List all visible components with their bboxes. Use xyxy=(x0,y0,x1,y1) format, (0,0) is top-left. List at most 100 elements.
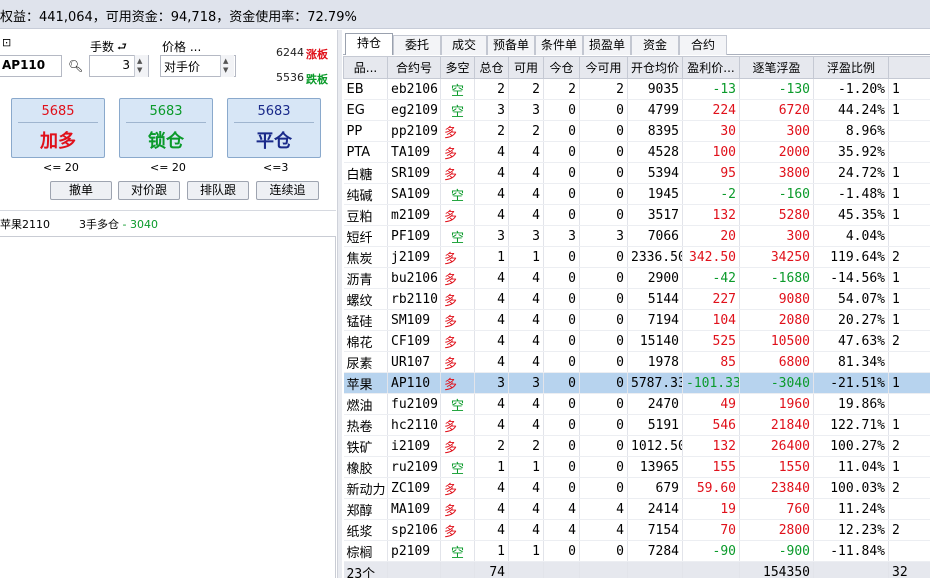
cell-profit-price: 49 xyxy=(682,393,740,415)
cell-total: 4 xyxy=(474,183,509,205)
col-header-extra[interactable] xyxy=(888,56,930,79)
close-position-button[interactable]: 5683 平仓 xyxy=(227,98,321,158)
cell-profit-price: 132 xyxy=(682,204,740,226)
queue-follow-button[interactable]: 排队跟 xyxy=(187,181,249,200)
cell-profit-price: 227 xyxy=(682,288,740,310)
price-spinner[interactable]: ▲ ▼ xyxy=(220,55,234,77)
cell-available: 4 xyxy=(508,414,544,436)
table-row[interactable]: 棕榈 p2109 空 1 1 0 0 7284 -90 -900 -11.84% xyxy=(343,540,930,562)
table-row[interactable]: 燃油 fu2109 空 4 4 0 0 2470 49 1960 19.86% xyxy=(343,393,930,415)
cell-float-pnl: 26400 xyxy=(739,435,814,457)
search-icon[interactable]: 🔍︎ xyxy=(68,59,83,73)
col-header-open-avg[interactable]: 开仓均价 xyxy=(627,56,683,79)
table-row[interactable]: 橡胶 ru2109 空 1 1 0 0 13965 155 1550 11.04% 1 xyxy=(343,456,930,478)
table-row[interactable]: 新动力 ZC109 多 4 4 0 0 679 59.60 23840 100.03% 2 xyxy=(343,477,930,499)
cell-today-available: 0 xyxy=(579,162,628,184)
tab-funds[interactable]: 资金 xyxy=(631,35,679,55)
contract-input[interactable]: AP110 xyxy=(0,55,62,77)
tab-positions[interactable]: 持仓 xyxy=(345,33,393,55)
col-header-today[interactable]: 今仓 xyxy=(543,56,580,79)
table-row[interactable]: 郑醇 MA109 多 4 4 4 4 2414 19 760 11.24% xyxy=(343,498,930,520)
table-row[interactable]: 铁矿 i2109 多 2 2 0 0 1012.50 132 26400 100.27% 2 xyxy=(343,435,930,457)
col-header-float-pnl[interactable]: 逐笔浮盈 xyxy=(739,56,814,79)
positions-table[interactable]: 品... 合约号 多空 总仓 可用 今仓 今可用 开仓均价 盈利价... 逐笔浮… xyxy=(343,56,930,578)
tab-conditional-orders[interactable]: 条件单 xyxy=(535,35,583,55)
cancel-order-button[interactable]: 撤单 xyxy=(50,181,112,200)
cell-today-available xyxy=(579,561,628,578)
cell-product: PTA xyxy=(343,141,388,163)
panel-splitter[interactable] xyxy=(337,30,342,578)
cell-float-ratio: 119.64% xyxy=(813,246,889,268)
continuous-chase-button[interactable]: 连续追 xyxy=(256,181,319,200)
table-row[interactable]: 苹果 AP110 多 3 3 0 0 5787.33 -101.33 -3040 -21.51% 1 xyxy=(343,372,930,394)
cell-float-ratio: 35.92% xyxy=(813,141,889,163)
table-row[interactable]: 沥青 bu2106 多 4 4 0 0 2900 -42 -1680 -14.56% 1 xyxy=(343,267,930,289)
col-header-contract[interactable]: 合约号 xyxy=(387,56,441,79)
cell-profit-price: 132 xyxy=(682,435,740,457)
lock-position-button[interactable]: 5683 锁仓 xyxy=(119,98,213,158)
cell-contract: hc2110 xyxy=(387,414,441,436)
cell-today-available: 0 xyxy=(579,99,628,121)
cell-float-pnl: -1680 xyxy=(739,267,814,289)
price-label[interactable]: 价格 ... xyxy=(162,38,201,55)
col-header-direction[interactable]: 多空 xyxy=(440,56,475,79)
cell-direction: 多 xyxy=(440,372,475,394)
col-header-profit-price[interactable]: 盈利价... xyxy=(682,56,740,79)
cell-extra xyxy=(888,225,930,247)
table-row[interactable]: 热卷 hc2110 多 4 4 0 0 5191 546 21840 122.71% 1 xyxy=(343,414,930,436)
cell-today: 0 xyxy=(543,141,580,163)
table-row[interactable]: 棉花 CF109 多 4 4 0 0 15140 525 10500 47.63% 2 xyxy=(343,330,930,352)
tab-orders[interactable]: 委托 xyxy=(393,35,441,55)
cell-float-pnl: 9080 xyxy=(739,288,814,310)
cell-open-avg: 2900 xyxy=(627,267,683,289)
cell-direction xyxy=(440,561,475,578)
lock-icon[interactable]: ⊡ xyxy=(2,36,11,49)
add-long-button[interactable]: 5685 加多 xyxy=(11,98,105,158)
cell-profit-price: 342.50 xyxy=(682,246,740,268)
cell-float-ratio: 100.03% xyxy=(813,477,889,499)
cell-open-avg: 13965 xyxy=(627,456,683,478)
cell-float-ratio: 12.23% xyxy=(813,519,889,541)
cell-profit-price: 95 xyxy=(682,162,740,184)
cell-total: 2 xyxy=(474,435,509,457)
message-list[interactable] xyxy=(0,236,336,578)
table-row[interactable]: 豆粕 m2109 多 4 4 0 0 3517 132 5280 45.35% 1 xyxy=(343,204,930,226)
table-row[interactable]: PTA TA109 多 4 4 0 0 4528 100 2000 35.92% xyxy=(343,141,930,163)
table-row[interactable]: 焦炭 j2109 多 1 1 0 0 2336.50 342.50 34250 119.64% 2 xyxy=(343,246,930,268)
col-header-float-ratio[interactable]: 浮盈比例 xyxy=(813,56,889,79)
cell-direction: 多 xyxy=(440,330,475,352)
table-row[interactable]: EG eg2109 空 3 3 0 0 4799 224 6720 44.24% 1 xyxy=(343,99,930,121)
counter-price-follow-button[interactable]: 对价跟 xyxy=(118,181,180,200)
table-row[interactable]: 白糖 SR109 多 4 4 0 0 5394 95 3800 24.72% 1 xyxy=(343,162,930,184)
table-row[interactable]: EB eb2106 空 2 2 2 2 9035 -13 -130 -1.20% 1 xyxy=(343,78,930,100)
col-header-total[interactable]: 总仓 xyxy=(474,56,509,79)
lots-spinner[interactable]: ▲ ▼ xyxy=(134,55,148,77)
cell-open-avg: 2470 xyxy=(627,393,683,415)
tab-contracts[interactable]: 合约 xyxy=(679,35,727,55)
table-row[interactable]: PP pp2109 多 2 2 0 0 8395 30 300 8.96% xyxy=(343,120,930,142)
cell-today: 0 xyxy=(543,540,580,562)
table-row[interactable]: 尿素 UR107 多 4 4 0 0 1978 85 6800 81.34% xyxy=(343,351,930,373)
cell-profit-price: 85 xyxy=(682,351,740,373)
limit-up-price: 6244 xyxy=(276,46,304,59)
cell-product: 23个 xyxy=(343,561,388,578)
cell-total: 3 xyxy=(474,99,509,121)
tab-trades[interactable]: 成交 xyxy=(441,35,487,55)
col-header-product[interactable]: 品... xyxy=(343,56,388,79)
cell-available: 1 xyxy=(508,246,544,268)
col-header-today-available[interactable]: 今可用 xyxy=(579,56,628,79)
tab-prepared-orders[interactable]: 预备单 xyxy=(487,35,535,55)
tab-stop-profit-orders[interactable]: 损盈单 xyxy=(583,35,631,55)
table-row[interactable]: 纯碱 SA109 空 4 4 0 0 1945 -2 -160 -1.48% 1 xyxy=(343,183,930,205)
table-row[interactable]: 螺纹 rb2110 多 4 4 0 0 5144 227 9080 54.07% 1 xyxy=(343,288,930,310)
table-footer-row[interactable]: 23个 74 154350 32 xyxy=(343,561,930,578)
cell-today: 0 xyxy=(543,477,580,499)
cell-total: 4 xyxy=(474,162,509,184)
cell-float-pnl: 6720 xyxy=(739,99,814,121)
table-row[interactable]: 短纤 PF109 空 3 3 3 3 7066 20 300 4.04% xyxy=(343,225,930,247)
cell-float-pnl: 300 xyxy=(739,120,814,142)
table-row[interactable]: 锰硅 SM109 多 4 4 0 0 7194 104 2080 20.27% 1 xyxy=(343,309,930,331)
col-header-available[interactable]: 可用 xyxy=(508,56,544,79)
table-row[interactable]: 纸浆 sp2106 多 4 4 4 4 7154 70 2800 12.23% 2 xyxy=(343,519,930,541)
cell-float-ratio: 8.96% xyxy=(813,120,889,142)
